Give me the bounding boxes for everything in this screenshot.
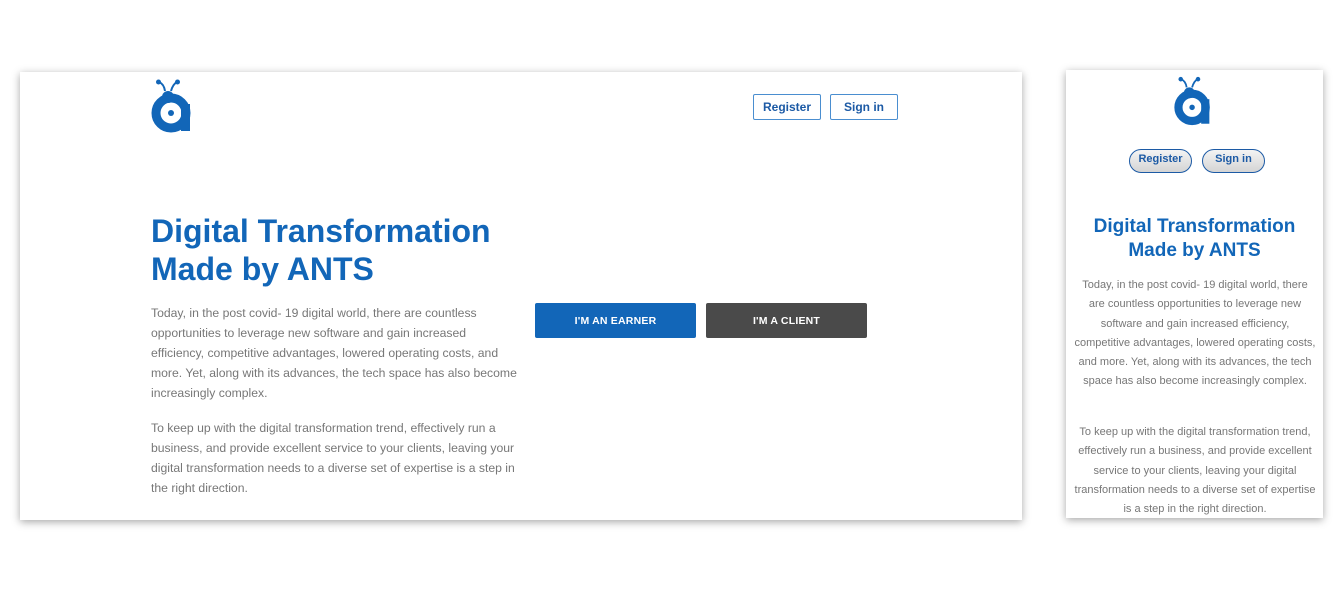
ants-logo-icon[interactable] [1173,75,1213,127]
hero-title: Digital Transformation Made by ANTS [151,212,531,288]
signin-button[interactable]: Sign in [830,94,898,120]
mobile-signin-button[interactable]: Sign in [1202,149,1265,173]
hero-paragraph-1: Today, in the post covid- 19 digital wor… [151,306,517,400]
earner-button[interactable]: I'M AN EARNER [535,303,696,338]
desktop-screenshot: Register Sign in Digital Transformation … [20,72,1022,520]
client-button[interactable]: I'M A CLIENT [706,303,867,338]
register-button[interactable]: Register [753,94,821,120]
ants-logo-icon[interactable] [150,78,194,134]
mobile-screenshot: Register Sign in Digital Transformation … [1066,70,1323,518]
hero-paragraph-2: To keep up with the digital transformati… [151,421,515,495]
mobile-hero-paragraph-1: Today, in the post covid- 19 digital wor… [1074,279,1316,388]
mobile-hero-title-line1: Digital Transformation [1093,216,1296,237]
hero-title-line2: Made by ANTS [151,251,374,287]
mobile-hero-paragraph-2: To keep up with the digital transformati… [1074,426,1316,516]
mobile-hero-title-line2: Made by ANTS [1128,240,1261,261]
hero-title-line1: Digital Transformation [151,213,491,249]
mobile-hero-title: Digital Transformation Made by ANTS [1066,215,1323,263]
mobile-register-button[interactable]: Register [1129,149,1192,173]
